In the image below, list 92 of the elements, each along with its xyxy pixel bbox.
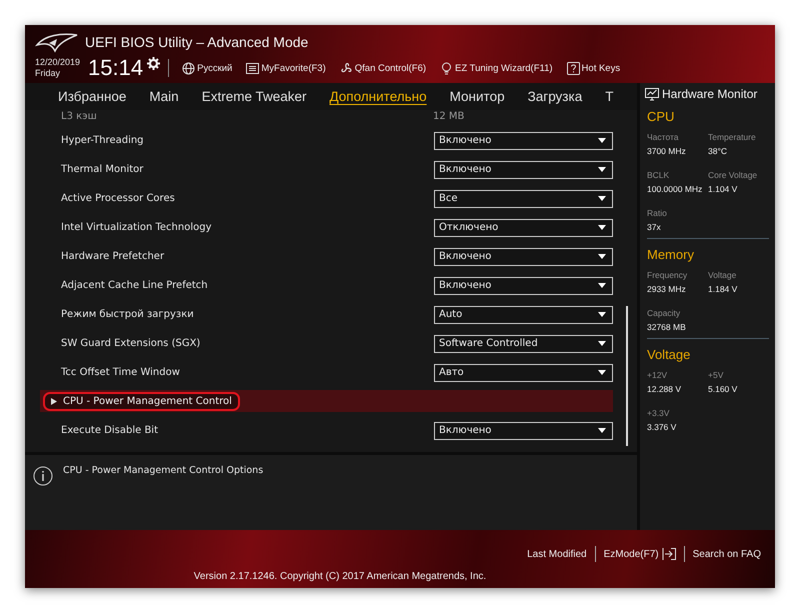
dropdown[interactable]: Включено bbox=[434, 422, 613, 440]
caret-icon bbox=[598, 370, 606, 375]
metric-value: 3700 MHz bbox=[647, 146, 687, 156]
caret-icon bbox=[598, 428, 606, 433]
submenu-item[interactable]: CPU - Power Management Control bbox=[43, 392, 240, 410]
setting-label: Hyper-Threading bbox=[61, 135, 144, 146]
caret-icon bbox=[598, 254, 606, 259]
tab[interactable]: Дополнительно bbox=[318, 89, 438, 104]
dropdown[interactable]: Auto bbox=[434, 306, 613, 324]
setting-label: Active Processor Cores bbox=[61, 193, 175, 204]
gear-icon bbox=[147, 57, 160, 70]
metric-value: 1.104 V bbox=[708, 184, 738, 194]
metric-label: Частота bbox=[647, 132, 680, 142]
metric-label: +3.3V bbox=[647, 408, 670, 418]
metric-label: +5V bbox=[708, 370, 724, 380]
help-text: CPU - Power Management Control Options bbox=[63, 465, 264, 476]
tab[interactable]: Загрузка bbox=[516, 89, 594, 104]
toolbar-button[interactable]: Hot Keys bbox=[562, 62, 626, 74]
arrow-right-icon bbox=[51, 398, 57, 404]
caret-icon bbox=[598, 138, 606, 143]
metric-value: 1.184 V bbox=[708, 284, 738, 294]
globe-icon bbox=[182, 62, 196, 74]
info-icon bbox=[33, 466, 53, 486]
metric-label: Frequency bbox=[647, 270, 688, 280]
copyright-text: Version 2.17.1246. Copyright (C) 2017 American Megatrends, Inc. bbox=[194, 571, 488, 582]
section-title: Voltage bbox=[647, 347, 692, 362]
metric-value: 32768 MB bbox=[647, 322, 687, 332]
scrollbar-thumb[interactable] bbox=[626, 306, 628, 446]
toolbar-button[interactable]: Русский bbox=[177, 62, 238, 74]
metric-label: Capacity bbox=[647, 308, 682, 318]
metric-value: 12.288 V bbox=[647, 384, 682, 394]
caret-icon bbox=[598, 167, 606, 172]
footer-link[interactable]: Search on FAQ bbox=[684, 548, 769, 560]
tab[interactable]: Extreme Tweaker bbox=[190, 89, 318, 104]
dropdown[interactable]: Авто bbox=[434, 364, 613, 382]
lightbulb-icon bbox=[440, 62, 454, 74]
exit-icon bbox=[662, 548, 676, 560]
list-icon bbox=[246, 62, 260, 74]
caret-icon bbox=[598, 196, 606, 201]
setting-label: Thermal Monitor bbox=[61, 164, 144, 175]
tab[interactable]: Main bbox=[138, 89, 190, 104]
toolbar-button[interactable]: MyFavorite(F3) bbox=[241, 62, 331, 74]
tab[interactable]: T bbox=[594, 89, 624, 104]
dropdown[interactable]: Включено bbox=[434, 160, 613, 178]
setting-label: Hardware Prefetcher bbox=[61, 251, 164, 262]
tab[interactable]: Избранное bbox=[47, 89, 138, 104]
metric-value: 3.376 V bbox=[647, 422, 678, 432]
footer-link[interactable]: EzMode(F7) bbox=[596, 548, 684, 560]
help-icon bbox=[566, 62, 580, 74]
setting-label: L3 кэш bbox=[61, 112, 97, 122]
setting-label: Intel Virtualization Technology bbox=[61, 222, 212, 233]
monitor-icon bbox=[645, 88, 659, 100]
caret-icon bbox=[598, 312, 606, 317]
metric-label: Voltage bbox=[708, 270, 738, 280]
metric-label: +12V bbox=[647, 370, 668, 380]
weekday-text: Friday bbox=[35, 68, 62, 79]
toolbar-button[interactable]: EZ Tuning Wizard(F11) bbox=[435, 62, 558, 74]
window-title: UEFI BIOS Utility – Advanced Mode bbox=[85, 34, 308, 50]
dropdown[interactable]: Software Controlled bbox=[434, 334, 613, 352]
fan-icon bbox=[340, 62, 353, 74]
dropdown[interactable]: Включено bbox=[434, 132, 613, 150]
metric-label: BCLK bbox=[647, 170, 670, 180]
setting-value: 12 MB bbox=[433, 112, 466, 122]
setting-label: Adjacent Cache Line Prefetch bbox=[61, 280, 208, 291]
dropdown[interactable]: Все bbox=[434, 190, 613, 208]
metric-label: Ratio bbox=[647, 208, 668, 218]
caret-icon bbox=[598, 283, 606, 288]
dropdown[interactable]: Отключено bbox=[434, 218, 613, 236]
panel-title: Hardware Monitor bbox=[662, 87, 758, 101]
date-text: 12/20/2019 bbox=[35, 57, 80, 68]
metric-label: Temperature bbox=[708, 132, 757, 142]
setting-label: SW Guard Extensions (SGX) bbox=[61, 338, 200, 349]
dropdown[interactable]: Включено bbox=[434, 276, 613, 294]
toolbar-button[interactable]: Qfan Control(F6) bbox=[334, 62, 432, 74]
clock-time: 15:14 bbox=[88, 56, 144, 80]
metric-value: 5.160 V bbox=[708, 384, 738, 394]
section-title: Memory bbox=[647, 247, 695, 262]
metric-value: 100.0000 MHz bbox=[647, 184, 704, 194]
rog-logo-icon bbox=[35, 31, 79, 53]
metric-value: 2933 MHz bbox=[647, 284, 687, 294]
metric-value: 37x bbox=[647, 222, 662, 232]
metric-value: 38°C bbox=[708, 146, 728, 156]
dropdown[interactable]: Включено bbox=[434, 248, 613, 266]
setting-label: Режим быстрой загрузки bbox=[61, 309, 194, 320]
setting-label: Tcc Offset Time Window bbox=[61, 367, 180, 378]
metric-label: Core Voltage bbox=[708, 170, 758, 180]
caret-icon bbox=[598, 341, 606, 346]
section-title: CPU bbox=[647, 109, 676, 124]
tab[interactable]: Монитор bbox=[438, 89, 516, 104]
setting-label: Execute Disable Bit bbox=[61, 425, 158, 436]
footer-link[interactable]: Last Modified bbox=[519, 548, 595, 560]
caret-icon bbox=[598, 225, 606, 230]
